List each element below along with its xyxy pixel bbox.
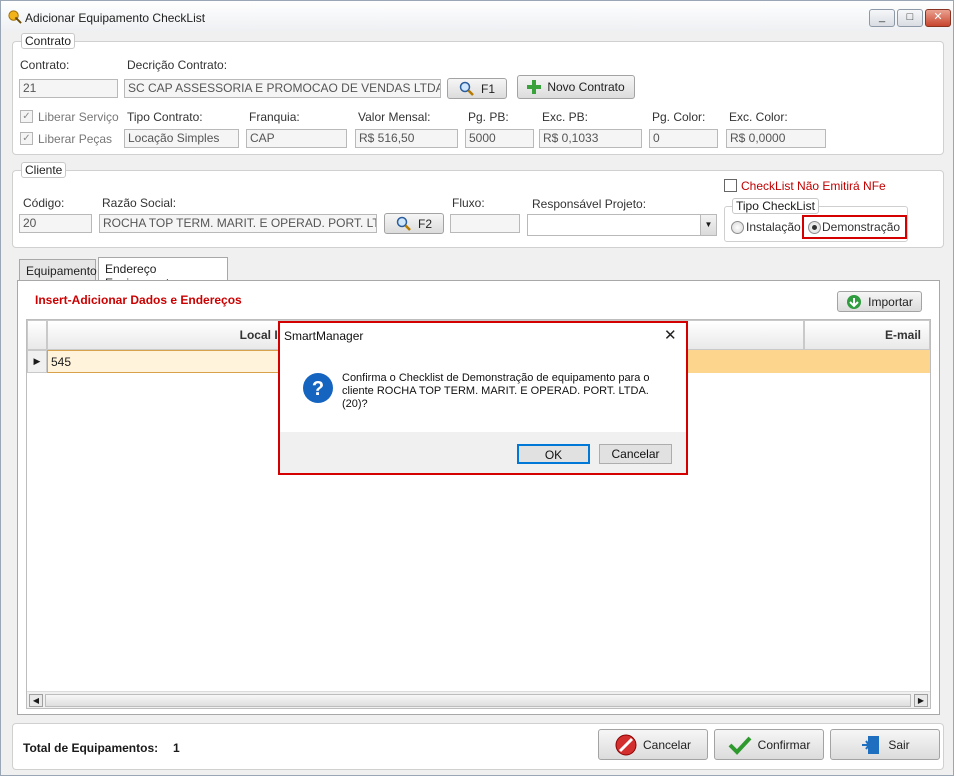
total-value: 1 <box>173 741 180 755</box>
fluxo-field[interactable] <box>450 214 520 233</box>
dialog-highlight <box>278 321 688 475</box>
search-icon <box>396 216 411 231</box>
exc-color-field[interactable]: R$ 0,0000 <box>726 129 826 148</box>
total-label: Total de Equipamentos: <box>23 741 159 755</box>
valor-mensal-label: Valor Mensal: <box>358 110 431 124</box>
column-email[interactable]: E-mail <box>804 320 930 350</box>
descricao-field[interactable]: SC CAP ASSESSORIA E PROMOCAO DE VENDAS L… <box>124 79 441 98</box>
responsavel-select[interactable] <box>527 214 717 236</box>
franquia-label: Franquia: <box>249 110 300 124</box>
tipo-contrato-field[interactable]: Locação Simples <box>124 129 239 148</box>
novo-contrato-label: Novo Contrato <box>547 80 625 94</box>
search-contract-label: F1 <box>480 81 495 96</box>
search-contract-button[interactable]: F1 <box>447 78 507 99</box>
contrato-field[interactable]: 21 <box>19 79 118 98</box>
scrollbar-thumb[interactable] <box>45 694 911 707</box>
nao-emitira-nfe-label: CheckList Não Emitirá NFe <box>741 179 886 193</box>
cancelar-button[interactable]: Cancelar <box>598 729 708 760</box>
exc-pb-field[interactable]: R$ 0,1033 <box>539 129 642 148</box>
exit-door-icon <box>862 735 880 754</box>
contrato-legend: Contrato <box>21 33 76 49</box>
novo-contrato-button[interactable]: Novo Contrato <box>517 75 635 99</box>
cancelar-label: Cancelar <box>642 737 692 752</box>
tab-equipamento[interactable]: Equipamento <box>19 259 97 281</box>
valor-mensal-field[interactable]: R$ 516,50 <box>355 129 458 148</box>
razao-social-label: Razão Social: <box>102 196 177 210</box>
window-title: Adicionar Equipamento CheckList <box>25 11 206 25</box>
insert-title: Insert-Adicionar Dados e Endereços <box>35 293 242 307</box>
demonstracao-radio[interactable] <box>808 221 821 234</box>
descricao-label: Decrição Contrato: <box>127 58 228 72</box>
pg-pb-field[interactable]: 5000 <box>465 129 534 148</box>
confirmar-button[interactable]: Confirmar <box>714 729 824 760</box>
close-icon: ✕ <box>933 11 943 23</box>
razao-social-field[interactable]: ROCHA TOP TERM. MARIT. E OPERAD. PORT. L… <box>99 214 377 233</box>
demonstracao-label: Demonstração <box>822 220 901 234</box>
minimize-button[interactable]: _ <box>869 9 895 27</box>
pg-color-label: Pg. Color: <box>652 110 706 124</box>
liberar-servico-checkbox[interactable]: ✓ <box>20 110 33 123</box>
maximize-icon: □ <box>906 11 914 23</box>
exc-color-label: Exc. Color: <box>729 110 788 124</box>
search-client-button[interactable]: F2 <box>384 213 444 234</box>
liberar-pecas-checkbox[interactable]: ✓ <box>20 132 33 145</box>
search-client-label: F2 <box>417 216 432 231</box>
liberar-servico-label: Liberar Serviço <box>38 110 119 124</box>
pg-color-field[interactable]: 0 <box>649 129 718 148</box>
codigo-label: Código: <box>23 196 65 210</box>
row-indicator-icon: ▶ <box>27 350 47 373</box>
liberar-pecas-label: Liberar Peças <box>38 132 113 146</box>
fluxo-label: Fluxo: <box>452 196 485 210</box>
contrato-label: Contrato: <box>20 58 70 72</box>
plus-icon <box>527 80 542 94</box>
instalacao-label: Instalação <box>746 220 801 234</box>
maximize-button[interactable]: □ <box>897 9 923 27</box>
franquia-field[interactable]: CAP <box>246 129 347 148</box>
tipo-checklist-legend: Tipo CheckList <box>732 198 819 214</box>
importar-button[interactable]: Importar <box>837 291 922 312</box>
instalacao-radio[interactable] <box>731 221 744 234</box>
close-button[interactable]: ✕ <box>925 9 951 27</box>
sair-label: Sair <box>888 737 910 752</box>
scroll-right-icon[interactable]: ▶ <box>914 694 928 707</box>
nao-emitira-nfe-checkbox[interactable] <box>724 179 737 192</box>
responsavel-label: Responsável Projeto: <box>532 197 647 211</box>
import-icon <box>847 294 862 309</box>
importar-label: Importar <box>868 294 913 309</box>
exc-pb-label: Exc. PB: <box>542 110 589 124</box>
row-header-corner <box>27 320 47 350</box>
tipo-contrato-label: Tipo Contrato: <box>127 110 203 124</box>
sair-button[interactable]: Sair <box>830 729 940 760</box>
scroll-left-icon[interactable]: ◀ <box>29 694 43 707</box>
horizontal-scrollbar[interactable]: ◀ ▶ <box>27 691 930 708</box>
cliente-legend: Cliente <box>21 162 67 178</box>
codigo-field[interactable]: 20 <box>19 214 92 233</box>
check-icon <box>728 736 752 755</box>
app-icon <box>8 10 22 24</box>
minimize-icon: _ <box>878 11 886 23</box>
pg-pb-label: Pg. PB: <box>468 110 509 124</box>
cancel-icon <box>615 734 637 755</box>
confirmar-label: Confirmar <box>757 737 811 752</box>
chevron-down-icon[interactable]: ▼ <box>700 215 716 235</box>
title-bar: Adicionar Equipamento CheckList _ □ ✕ <box>1 1 953 31</box>
tab-endereco-equipamento[interactable]: Endereço Equipamento <box>98 257 228 290</box>
search-icon <box>459 81 474 96</box>
